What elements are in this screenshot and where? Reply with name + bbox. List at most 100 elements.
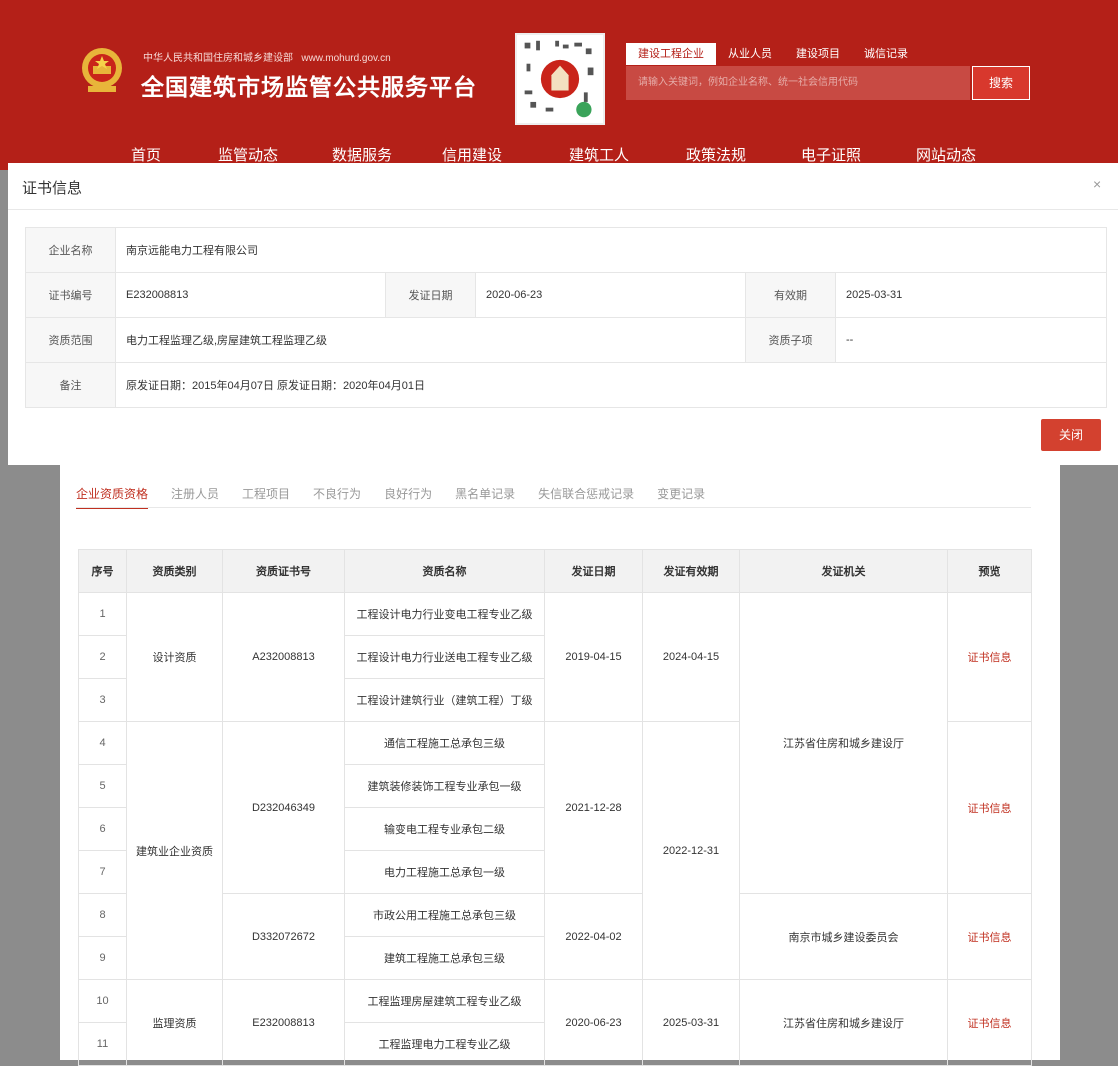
col-preview: 预览 <box>947 549 1032 593</box>
nav-policy[interactable]: 政策法规 <box>686 144 746 165</box>
certificate-info-table: 企业名称 南京远能电力工程有限公司 证书编号 E232008813 发证日期 2… <box>25 227 1107 408</box>
search-input[interactable]: 请输入关键词，例如企业名称、统一社会信用代码 <box>626 66 970 100</box>
cell-authority: 南京市城乡建设委员会 <box>739 893 948 980</box>
info-row-scope: 资质范围 电力工程监理乙级,房屋建筑工程监理乙级 资质子项 -- <box>25 317 1107 363</box>
ministry-url[interactable]: www.mohurd.gov.cn <box>301 53 390 64</box>
search-tab-credit[interactable]: 诚信记录 <box>852 43 920 65</box>
cell-seq: 9 <box>78 936 127 980</box>
cell-name: 建筑工程施工总承包三级 <box>344 936 545 980</box>
issue-date-label: 发证日期 <box>385 272 476 318</box>
close-button[interactable]: 关闭 <box>1041 419 1101 451</box>
cell-name: 输变电工程专业承包二级 <box>344 807 545 851</box>
col-name: 资质名称 <box>344 549 545 593</box>
cell-preview: 证书信息 <box>947 979 1032 1066</box>
cell-category: 设计资质 <box>126 592 223 722</box>
cell-valid-date: 2025-03-31 <box>642 979 740 1066</box>
cell-valid-date: 2022-12-31 <box>642 721 740 980</box>
cell-name: 工程监理电力工程专业乙级 <box>344 1022 545 1066</box>
cell-cert-no: D232046349 <box>222 721 345 894</box>
nav-home[interactable]: 首页 <box>131 144 161 165</box>
nav-supervision[interactable]: 监管动态 <box>218 144 278 165</box>
remark-value: 原发证日期：2015年04月07日 原发证日期：2020年04月01日 <box>115 362 1107 408</box>
search-tab-personnel[interactable]: 从业人员 <box>716 43 784 65</box>
search-tab-company[interactable]: 建设工程企业 <box>626 43 716 65</box>
col-cert-no: 资质证书号 <box>222 549 345 593</box>
col-authority: 发证机关 <box>739 549 948 593</box>
detail-tabs: 企业资质资格 注册人员 工程项目 不良行为 良好行为 黑名单记录 失信联合惩戒记… <box>76 485 728 509</box>
tab-blacklist[interactable]: 黑名单记录 <box>455 485 515 509</box>
national-emblem-icon <box>82 48 122 92</box>
cell-preview: 证书信息 <box>947 893 1032 980</box>
scope-label: 资质范围 <box>25 317 116 363</box>
sub-label: 资质子项 <box>745 317 836 363</box>
tab-qualification[interactable]: 企业资质资格 <box>76 485 149 509</box>
qualification-table: 序号 资质类别 资质证书号 资质名称 发证日期 发证有效期 发证机关 预览 1 … <box>78 549 1032 1066</box>
cell-seq: 3 <box>78 678 127 722</box>
cell-name: 市政公用工程施工总承包三级 <box>344 893 545 937</box>
search-tab-project[interactable]: 建设项目 <box>784 43 852 65</box>
site-title: 全国建筑市场监管公共服务平台 <box>141 75 477 101</box>
cell-seq: 2 <box>78 635 127 679</box>
modal-title: 证书信息 <box>22 180 83 197</box>
cell-name: 工程设计电力行业变电工程专业乙级 <box>344 592 545 636</box>
cell-name: 工程设计建筑行业（建筑工程）丁级 <box>344 678 545 722</box>
cell-category: 监理资质 <box>126 979 223 1066</box>
table-row: 1 设计资质 A232008813 工程设计电力行业变电工程专业乙级 2019-… <box>78 592 1032 894</box>
tab-registered-staff[interactable]: 注册人员 <box>171 485 219 509</box>
cell-seq: 7 <box>78 850 127 894</box>
nav-data[interactable]: 数据服务 <box>332 144 392 165</box>
cell-preview: 证书信息 <box>947 592 1032 722</box>
table-row: 10 监理资质 E232008813 工程监理房屋建筑工程专业乙级 2020-0… <box>78 979 1032 1066</box>
nav-ecert[interactable]: 电子证照 <box>801 144 861 165</box>
tab-change-records[interactable]: 变更记录 <box>657 485 705 509</box>
tab-projects[interactable]: 工程项目 <box>242 485 290 509</box>
search-tabs: 建设工程企业 从业人员 建设项目 诚信记录 <box>626 43 920 65</box>
sub-value: -- <box>835 317 1107 363</box>
valid-value: 2025-03-31 <box>835 272 1107 318</box>
tab-bad-behavior[interactable]: 不良行为 <box>313 485 361 509</box>
tab-joint-punishment[interactable]: 失信联合惩戒记录 <box>538 485 634 509</box>
cell-issue-date: 2020-06-23 <box>544 979 643 1066</box>
valid-label: 有效期 <box>745 272 836 318</box>
table-header-row: 序号 资质类别 资质证书号 资质名称 发证日期 发证有效期 发证机关 预览 <box>78 549 1032 593</box>
preview-link[interactable]: 证书信息 <box>968 932 1012 944</box>
cell-seq: 1 <box>78 592 127 636</box>
cell-cert-no: E232008813 <box>222 979 345 1066</box>
cell-name: 工程设计电力行业送电工程专业乙级 <box>344 635 545 679</box>
issue-date-value: 2020-06-23 <box>475 272 746 318</box>
close-icon[interactable]: × <box>1093 176 1101 192</box>
cell-authority: 江苏省住房和城乡建设厅 <box>739 979 948 1066</box>
cert-no-value: E232008813 <box>115 272 386 318</box>
cell-seq: 5 <box>78 764 127 808</box>
remark-label: 备注 <box>25 362 116 408</box>
col-category: 资质类别 <box>126 549 223 593</box>
cell-name: 通信工程施工总承包三级 <box>344 721 545 765</box>
search-button[interactable]: 搜索 <box>972 66 1030 100</box>
preview-link[interactable]: 证书信息 <box>968 1018 1012 1030</box>
nav-workers[interactable]: 建筑工人 <box>569 144 629 165</box>
nav-news[interactable]: 网站动态 <box>916 144 976 165</box>
qr-code-icon <box>515 33 605 125</box>
cell-category: 建筑业企业资质 <box>126 721 223 980</box>
cell-cert-no: D332072672 <box>222 893 345 980</box>
preview-link[interactable]: 证书信息 <box>968 652 1012 664</box>
tab-good-behavior[interactable]: 良好行为 <box>384 485 432 509</box>
info-row-remark: 备注 原发证日期：2015年04月07日 原发证日期：2020年04月01日 <box>25 362 1107 408</box>
info-row-company: 企业名称 南京远能电力工程有限公司 <box>25 227 1107 273</box>
cell-cert-no: A232008813 <box>222 592 345 722</box>
col-issue-date: 发证日期 <box>544 549 643 593</box>
cell-name: 工程监理房屋建筑工程专业乙级 <box>344 979 545 1023</box>
cell-issue-date: 2021-12-28 <box>544 721 643 894</box>
preview-link[interactable]: 证书信息 <box>968 803 1012 815</box>
cell-seq: 6 <box>78 807 127 851</box>
cell-authority: 江苏省住房和城乡建设厅 <box>739 592 948 894</box>
cell-name: 建筑装修装饰工程专业承包一级 <box>344 764 545 808</box>
ministry-line: 中华人民共和国住房和城乡建设部 www.mohurd.gov.cn <box>143 49 391 64</box>
cell-issue-date: 2019-04-15 <box>544 592 643 722</box>
col-valid-date: 发证有效期 <box>642 549 740 593</box>
site-header: 中华人民共和国住房和城乡建设部 www.mohurd.gov.cn 全国建筑市场… <box>0 0 1118 170</box>
cell-seq: 11 <box>78 1022 127 1066</box>
nav-credit[interactable]: 信用建设 <box>442 144 502 165</box>
cell-name: 电力工程施工总承包一级 <box>344 850 545 894</box>
company-value: 南京远能电力工程有限公司 <box>115 227 1107 273</box>
